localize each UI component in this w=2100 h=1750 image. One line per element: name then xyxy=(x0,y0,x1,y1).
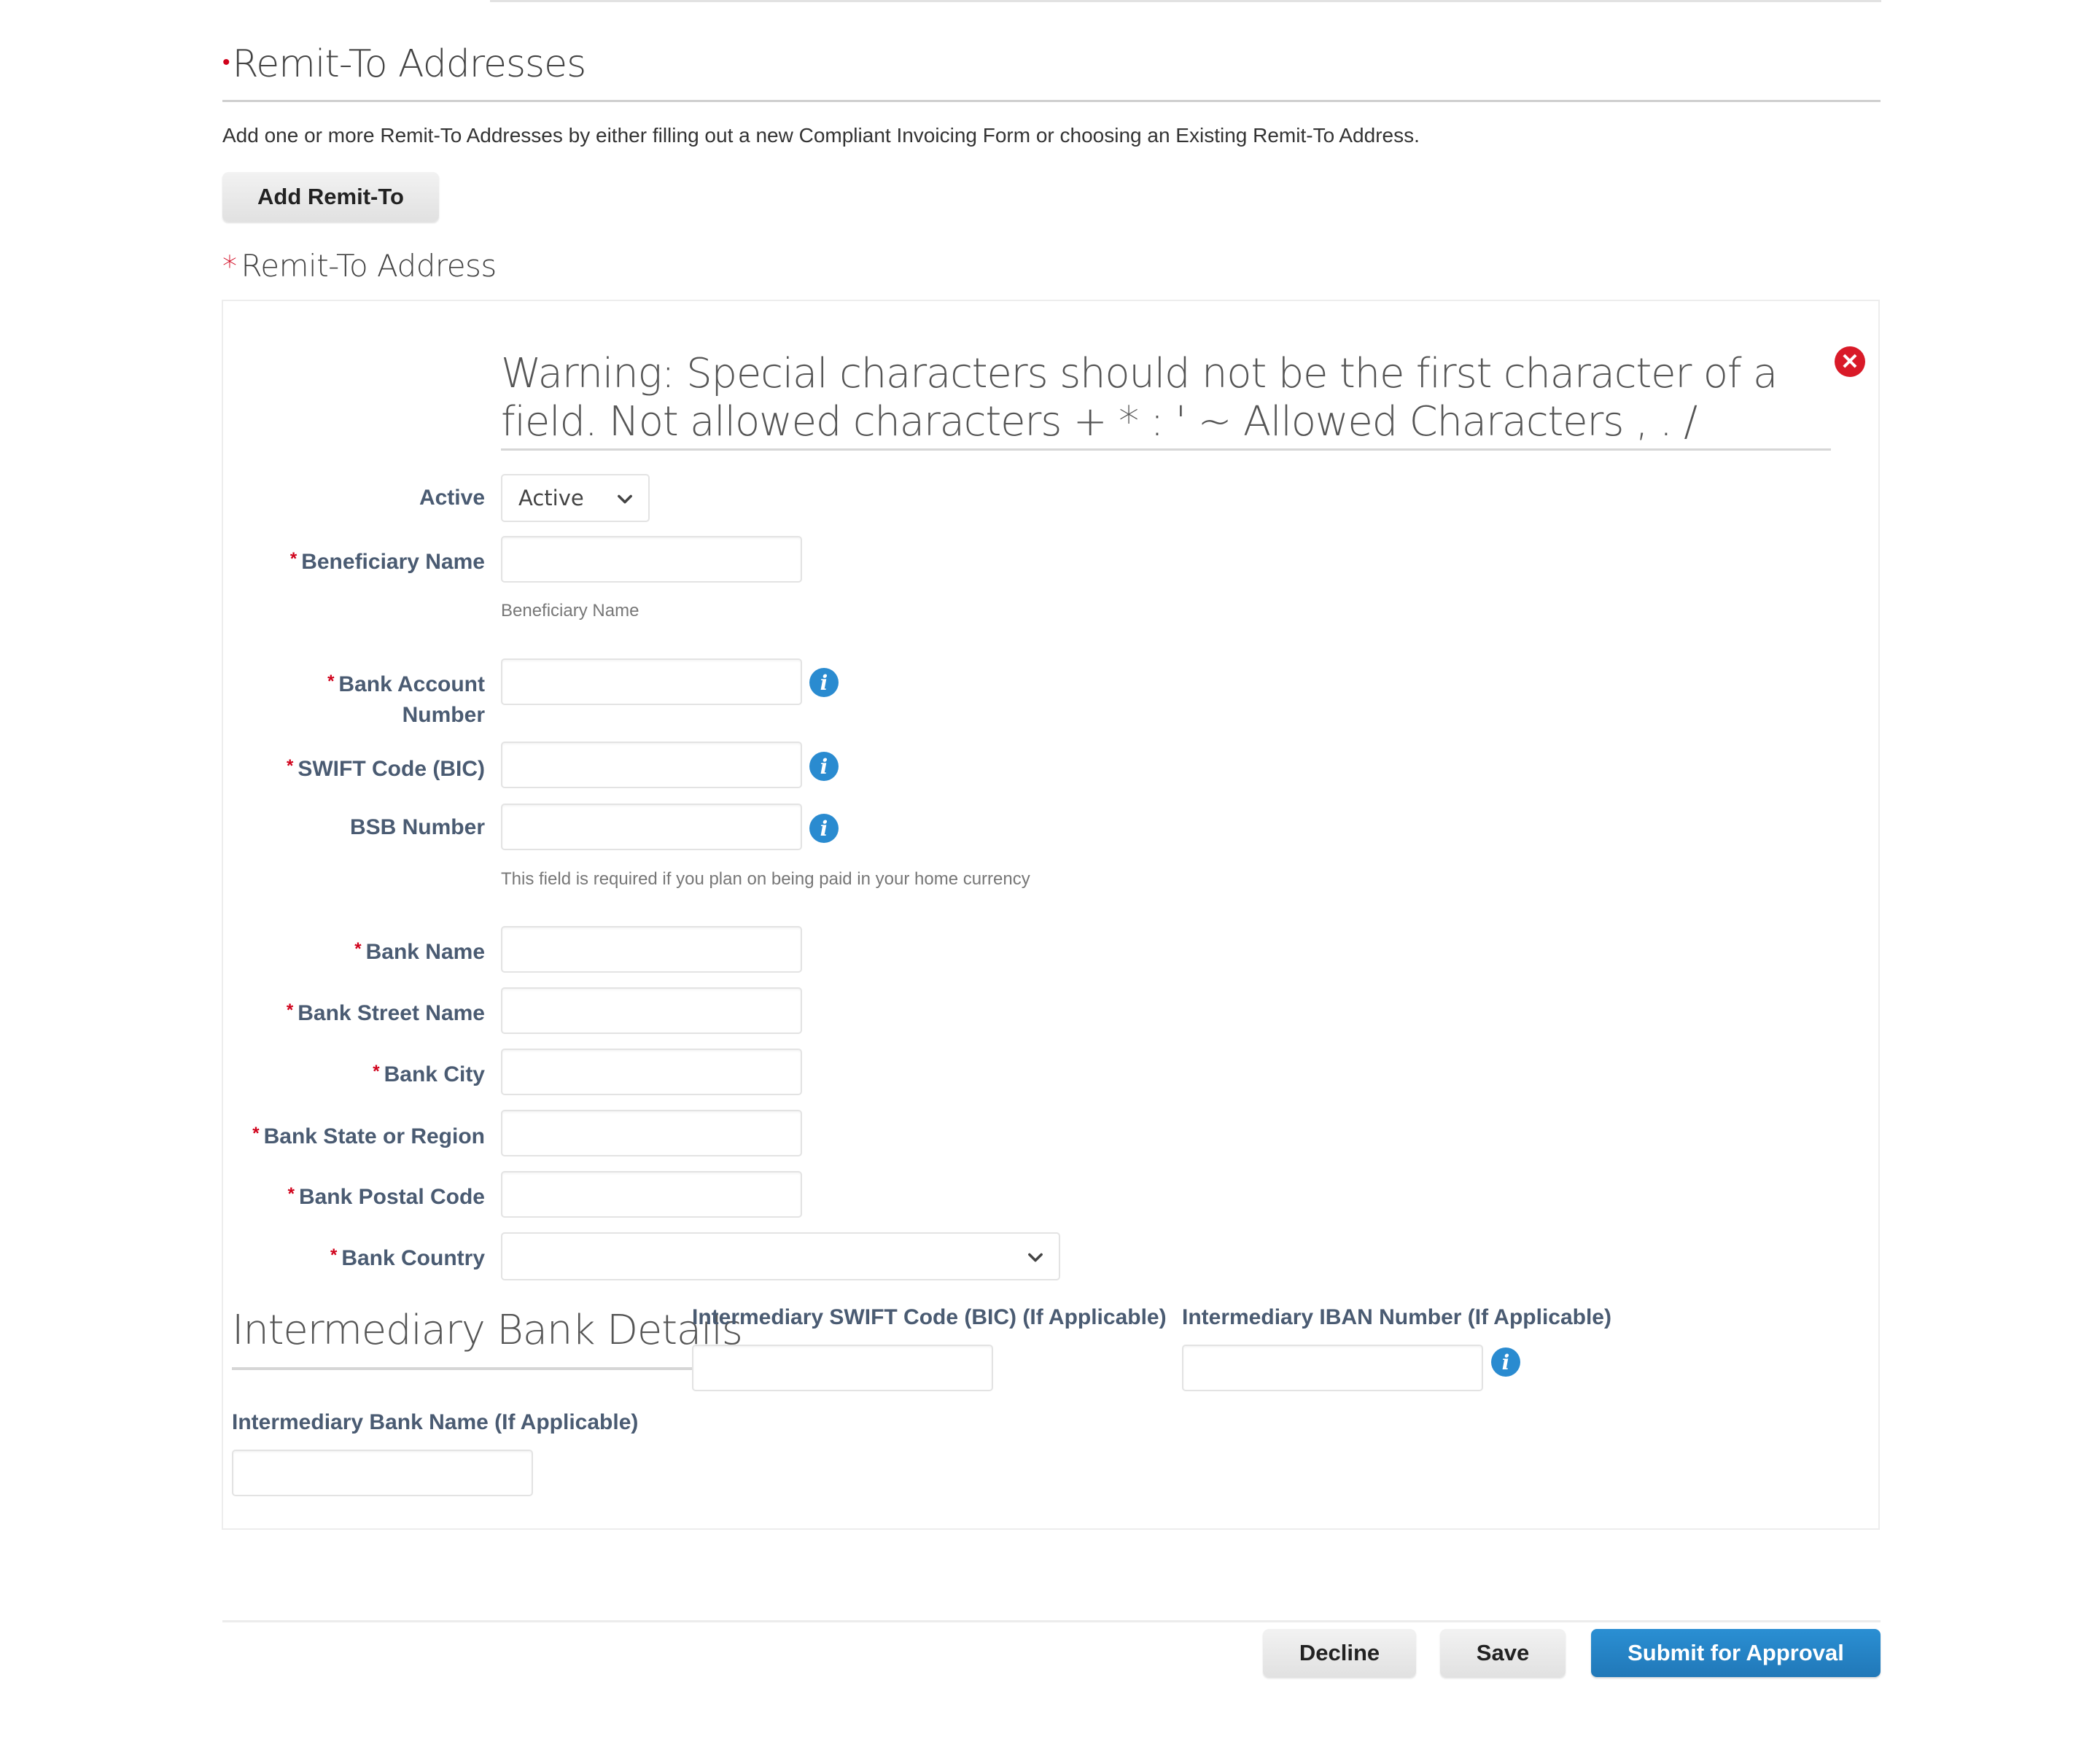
intermediary-divider xyxy=(232,1367,693,1370)
beneficiary-name-helper: Beneficiary Name xyxy=(501,601,639,621)
bsb-number-label: BSB Number xyxy=(350,812,485,843)
required-marker: * xyxy=(287,1184,295,1204)
bank-account-number-label-line1: Bank Account xyxy=(338,672,485,696)
remit-to-address-title-text: Remit-To Address xyxy=(241,248,497,284)
chevron-down-icon xyxy=(618,494,632,504)
info-icon[interactable]: i xyxy=(809,668,839,697)
beneficiary-name-label-text: Beneficiary Name xyxy=(301,550,485,574)
beneficiary-name-input[interactable] xyxy=(501,536,802,583)
required-marker: • xyxy=(222,50,230,75)
footer-divider xyxy=(222,1620,1881,1622)
required-marker: * xyxy=(289,549,298,569)
bank-state-input[interactable] xyxy=(501,1110,802,1156)
info-icon[interactable]: i xyxy=(809,814,839,843)
info-icon[interactable]: i xyxy=(809,752,839,781)
bank-city-label: * Bank City xyxy=(373,1057,485,1090)
required-marker: * xyxy=(327,672,335,691)
bsb-number-input[interactable] xyxy=(501,804,802,850)
add-remit-to-button[interactable]: Add Remit-To xyxy=(222,172,439,222)
intermediary-swift-input[interactable] xyxy=(692,1345,993,1391)
swift-code-label-text: SWIFT Code (BIC) xyxy=(298,757,485,781)
chevron-down-icon xyxy=(1028,1253,1043,1262)
section-title: •Remit-To Addresses xyxy=(222,42,586,86)
bank-country-label-text: Bank Country xyxy=(341,1246,485,1270)
required-marker: * xyxy=(354,939,362,959)
bank-postal-code-input[interactable] xyxy=(501,1171,802,1218)
required-marker: * xyxy=(286,1000,294,1020)
swift-code-label: * SWIFT Code (BIC) xyxy=(287,751,485,785)
close-circle-icon[interactable]: ✕ xyxy=(1835,346,1865,377)
active-select-value: Active xyxy=(518,486,584,510)
intermediary-bank-name-label: Intermediary Bank Name (If Applicable) xyxy=(232,1410,639,1434)
intermediary-iban-input[interactable] xyxy=(1182,1345,1483,1391)
bank-account-number-input[interactable] xyxy=(501,658,802,705)
intermediary-iban-label: Intermediary IBAN Number (If Applicable) xyxy=(1182,1305,1611,1329)
bank-name-label-text: Bank Name xyxy=(365,940,485,964)
section-title-text: Remit-To Addresses xyxy=(232,42,587,86)
section-divider xyxy=(222,100,1881,102)
bsb-number-helper: This field is required if you plan on be… xyxy=(501,869,1030,889)
bank-city-label-text: Bank City xyxy=(384,1062,485,1086)
required-marker: * xyxy=(222,250,237,284)
bank-state-label-text: Bank State or Region xyxy=(263,1124,485,1148)
active-label-text: Active xyxy=(419,486,485,510)
required-marker: * xyxy=(373,1062,380,1081)
intermediary-bank-details-title: Intermediary Bank Details xyxy=(232,1307,743,1354)
bank-state-label: * Bank State or Region xyxy=(252,1119,485,1152)
top-divider xyxy=(490,0,1881,2)
swift-code-input[interactable] xyxy=(501,742,802,788)
section-description: Add one or more Remit-To Addresses by ei… xyxy=(222,124,1420,147)
bank-postal-code-label: * Bank Postal Code xyxy=(288,1179,485,1213)
decline-button[interactable]: Decline xyxy=(1263,1629,1416,1677)
bank-name-label: * Bank Name xyxy=(354,934,485,968)
bank-account-number-label: * Bank Account Number xyxy=(327,666,485,731)
beneficiary-name-label: * Beneficiary Name xyxy=(290,544,485,578)
bank-country-label: * Bank Country xyxy=(330,1240,485,1274)
bank-street-name-label: * Bank Street Name xyxy=(287,995,485,1029)
bsb-number-label-text: BSB Number xyxy=(349,815,485,839)
bank-street-name-input[interactable] xyxy=(501,987,802,1034)
required-marker: * xyxy=(330,1245,338,1265)
active-select[interactable]: Active xyxy=(501,474,650,522)
info-icon[interactable]: i xyxy=(1491,1348,1520,1377)
bank-postal-code-label-text: Bank Postal Code xyxy=(298,1185,485,1209)
bank-account-number-label-line2: Number xyxy=(402,703,485,727)
remit-to-address-title: * Remit-To Address xyxy=(222,248,497,284)
special-characters-warning: Warning: Special characters should not b… xyxy=(501,350,1778,446)
required-marker: * xyxy=(252,1124,260,1143)
bank-country-select[interactable] xyxy=(501,1232,1060,1280)
bank-street-name-label-text: Bank Street Name xyxy=(298,1001,485,1025)
warning-divider xyxy=(501,448,1831,451)
required-marker: * xyxy=(287,756,294,776)
save-button[interactable]: Save xyxy=(1440,1629,1566,1677)
submit-for-approval-button[interactable]: Submit for Approval xyxy=(1591,1629,1881,1677)
intermediary-bank-name-input[interactable] xyxy=(232,1450,533,1496)
intermediary-swift-label: Intermediary SWIFT Code (BIC) (If Applic… xyxy=(692,1305,1167,1329)
bank-city-input[interactable] xyxy=(501,1049,802,1095)
bank-name-input[interactable] xyxy=(501,926,802,973)
active-label: Active xyxy=(419,483,485,513)
